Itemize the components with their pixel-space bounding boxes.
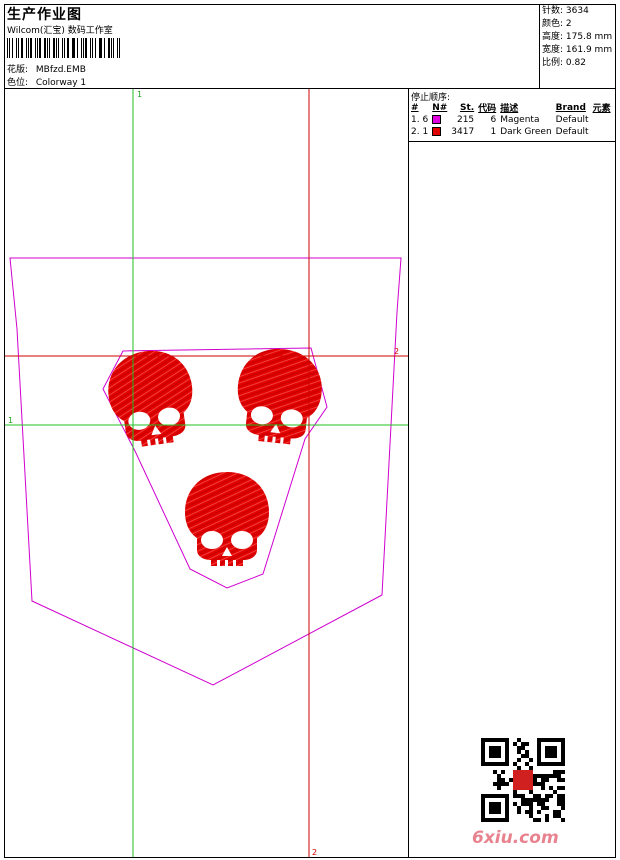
stat-stitches: 针数: 3634 xyxy=(542,6,589,16)
skull-right xyxy=(232,344,326,448)
red-guide-label-bottom: 2 xyxy=(312,848,317,857)
col-stitches: St. xyxy=(459,102,475,113)
col-brand: Brand xyxy=(555,102,586,113)
barcode-bar xyxy=(116,38,119,58)
design-row: 花版: MBfzd.EMB xyxy=(7,62,86,75)
table-header-row: # N# St. 代码 描述 Brand 元素 xyxy=(409,101,613,115)
stats-panel: 针数: 3634 颜色: 2 高度: 175.8 mm 宽度: 161.9 mm… xyxy=(542,5,612,70)
watermark-logo: 6xiu.com xyxy=(472,828,559,848)
barcode-bar xyxy=(53,38,55,58)
barcode-bar xyxy=(30,38,32,58)
stat-colors: 颜色: 2 xyxy=(542,19,572,29)
stat-width: 宽度: 161.9 mm xyxy=(542,45,613,55)
barcode-bar xyxy=(104,38,106,58)
qr-code xyxy=(481,738,565,822)
design-label: 花版: xyxy=(7,65,29,75)
table-row: 1. 6 215 6 Magenta Default xyxy=(411,115,589,125)
stat-scale: 比例: 0.82 xyxy=(542,58,586,68)
col-needle: N# xyxy=(432,102,448,113)
barcode-bar xyxy=(67,38,69,58)
barcode-bar xyxy=(81,38,82,58)
barcode-bar xyxy=(36,38,38,58)
col-index: # xyxy=(411,102,419,113)
page-title: 生产作业图 xyxy=(7,7,82,23)
barcode-bar xyxy=(55,38,57,58)
green-guide-label-left: 1 xyxy=(8,416,13,425)
barcode-bar xyxy=(89,38,91,58)
barcode-bar xyxy=(108,38,110,58)
canvas-divider xyxy=(408,88,409,858)
barcode-bar xyxy=(91,38,93,58)
barcode-bar xyxy=(7,38,9,58)
barcode-bar xyxy=(73,38,76,58)
studio-name: Wilcom(汇宝) 数码工作室 xyxy=(7,26,113,36)
stats-divider xyxy=(539,4,540,88)
barcode-bar xyxy=(94,38,96,58)
barcode xyxy=(7,38,122,58)
barcode-bar xyxy=(82,38,84,58)
skull-bottom xyxy=(185,472,269,566)
barcode-bar xyxy=(71,38,73,58)
stat-height: 高度: 175.8 mm xyxy=(542,32,613,42)
col-description: 描述 xyxy=(500,104,519,114)
barcode-bar xyxy=(26,38,27,58)
colorway-row: 色位: Colorway 1 xyxy=(7,75,86,88)
barcode-bar xyxy=(98,38,100,58)
barcode-bar xyxy=(77,38,79,58)
barcode-bar xyxy=(85,38,87,58)
barcode-bar xyxy=(61,38,63,58)
barcode-bar xyxy=(119,38,121,58)
barcode-bar xyxy=(18,38,19,58)
color-swatch xyxy=(432,127,442,136)
barcode-bar xyxy=(46,38,48,58)
stop-sequence-table: # N# St. 代码 描述 Brand 元素 1. 6 215 6 Magen… xyxy=(409,101,613,138)
barcode-bar xyxy=(49,38,51,58)
barcode-bar xyxy=(34,38,36,58)
design-value: MBfzd.EMB xyxy=(35,65,86,75)
barcode-bar xyxy=(20,38,24,58)
pocket-outline xyxy=(9,257,402,686)
sequence-divider xyxy=(408,141,616,142)
col-code: 代码 xyxy=(478,104,497,114)
design-canvas: 1 1 2 2 xyxy=(5,89,408,857)
barcode-bar xyxy=(58,38,59,58)
barcode-bar xyxy=(12,38,13,58)
colorway-label: 色位: xyxy=(7,78,29,88)
barcode-bar xyxy=(110,38,112,58)
barcode-bar xyxy=(113,38,114,58)
table-row: 2. 1 3417 1 Dark Green Default xyxy=(411,127,589,137)
green-guide-label-top: 1 xyxy=(137,90,142,99)
barcode-bar xyxy=(63,38,66,58)
barcode-bar xyxy=(27,38,29,58)
colorway-value: Colorway 1 xyxy=(35,78,87,88)
barcode-bar xyxy=(15,38,18,58)
barcode-bar xyxy=(100,38,103,58)
col-element: 元素 xyxy=(592,104,611,114)
barcode-bar xyxy=(9,38,11,58)
red-guide-label-right: 2 xyxy=(394,347,399,356)
barcode-bar xyxy=(39,38,41,58)
barcode-bar xyxy=(43,38,46,58)
color-swatch xyxy=(432,115,442,124)
